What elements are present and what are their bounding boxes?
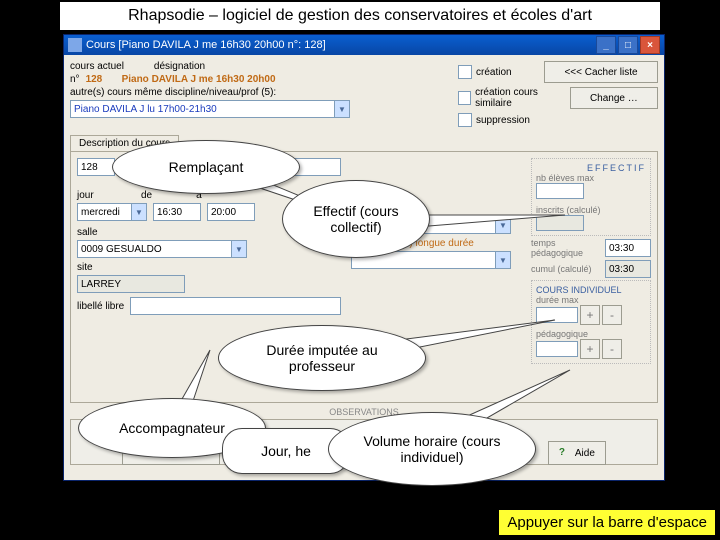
chevron-down-icon: ▼ — [335, 100, 350, 118]
cours-actuel-label: cours actuel — [70, 61, 124, 72]
eff-max-field[interactable] — [536, 183, 584, 199]
autres-label: autre(s) cours même discipline/niveau/pr… — [70, 87, 276, 98]
cumul-field: 03:30 — [605, 260, 651, 278]
temps-field[interactable]: 03:30 — [605, 239, 651, 257]
callout-remplacant: Remplaçant — [112, 140, 300, 194]
hide-list-button[interactable]: <<< Cacher liste — [544, 61, 658, 83]
a-field[interactable]: 20:00 — [207, 203, 255, 221]
creation-checkbox[interactable] — [458, 65, 472, 79]
no-label: n° — [70, 74, 80, 85]
libelle-label: libellé libre — [77, 301, 124, 312]
salle-select[interactable]: 0009 GESUALDO▼ — [77, 240, 247, 258]
minus-button[interactable]: - — [602, 305, 622, 325]
cumul-label: cumul (calculé) — [531, 264, 601, 274]
callout-duree: Durée imputée au professeur — [218, 325, 426, 391]
suppression-checkbox[interactable] — [458, 113, 472, 127]
maximize-button[interactable]: □ — [618, 36, 638, 54]
window-title: Cours [Piano DAVILA J me 16h30 20h00 n°:… — [86, 39, 326, 51]
jour-select[interactable]: mercredi▼ — [77, 203, 147, 221]
chevron-down-icon: ▼ — [132, 203, 147, 221]
help-icon: ? — [559, 447, 571, 459]
salle-label: salle — [77, 227, 98, 238]
slide-title: Rhapsodie – logiciel de gestion des cons… — [60, 2, 660, 30]
close-button[interactable]: × — [640, 36, 660, 54]
inscrits-field — [536, 215, 584, 231]
help-button[interactable]: ?Aide — [548, 441, 606, 465]
designation-value: Piano DAVILA J me 16h30 20h00 — [122, 74, 276, 85]
creation-label: création — [476, 67, 512, 78]
site-label: site — [77, 262, 93, 273]
chevron-down-icon: ▼ — [496, 251, 511, 269]
no-field: 128 — [77, 158, 115, 176]
temps-label: temps pédagogique — [531, 238, 601, 258]
spacebar-hint: Appuyer sur la barre d'espace — [498, 509, 716, 536]
window-titlebar: Cours [Piano DAVILA J me 16h30 20h00 n°:… — [64, 35, 664, 55]
effectif-group: EFFECTIF nb élèves max inscrits (calculé… — [531, 158, 651, 236]
autres-cours-select[interactable]: Piano DAVILA J lu 17h00-21h30 ▼ — [70, 100, 350, 118]
no-value: 128 — [86, 74, 116, 85]
minimize-button[interactable]: _ — [596, 36, 616, 54]
plus-button-2[interactable]: + — [580, 339, 600, 359]
app-icon — [68, 38, 82, 52]
site-field: LARREY — [77, 275, 185, 293]
chevron-down-icon: ▼ — [232, 240, 247, 258]
minus-button-2[interactable]: - — [602, 339, 622, 359]
creation-sim-label: création cours similaire — [475, 87, 570, 109]
callout-effectif: Effectif (cours collectif) — [282, 180, 430, 258]
duree-max-field[interactable] — [536, 307, 578, 323]
pedag-field[interactable] — [536, 341, 578, 357]
libelle-field[interactable] — [130, 297, 341, 315]
jour-label: jour — [77, 190, 127, 201]
callout-volume: Volume horaire (cours individuel) — [328, 412, 536, 486]
designation-label: désignation — [154, 61, 205, 72]
de-field[interactable]: 16:30 — [153, 203, 201, 221]
de-label: de — [141, 190, 152, 201]
plus-button[interactable]: + — [580, 305, 600, 325]
creation-sim-checkbox[interactable] — [458, 91, 471, 105]
change-button[interactable]: Change … — [570, 87, 658, 109]
slide-title-text: Rhapsodie – logiciel de gestion des cons… — [128, 7, 592, 25]
suppression-label: suppression — [476, 115, 530, 126]
cours-individuel-group: COURS INDIVIDUEL durée max + - pédagogiq… — [531, 280, 651, 364]
chevron-down-icon: ▼ — [496, 216, 511, 234]
